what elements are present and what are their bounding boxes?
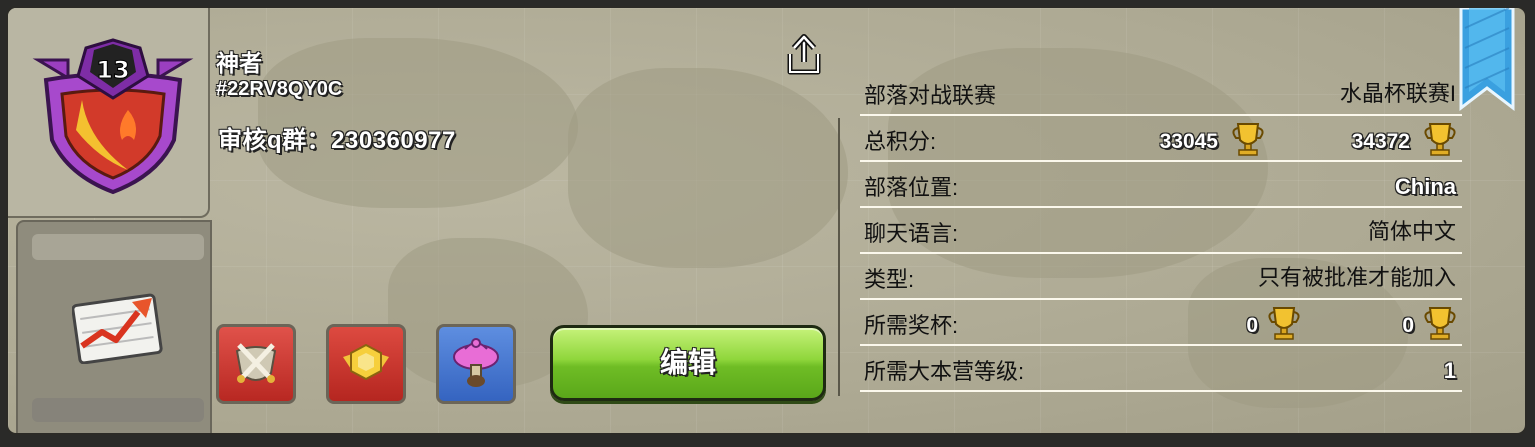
info-row-chat-language: 聊天语言: 简体中文 bbox=[860, 208, 1462, 254]
stats-side-tab[interactable] bbox=[16, 220, 212, 433]
capital-icon bbox=[453, 338, 499, 387]
clan-tag: #22RV8QY0C bbox=[216, 78, 343, 100]
clan-description: 审核q群：230360977 bbox=[218, 127, 456, 154]
clan-badge-icon: 13 bbox=[32, 38, 194, 195]
side-tab-bar bbox=[32, 234, 204, 260]
trophy-icon bbox=[1232, 123, 1264, 156]
clan-info-panel: 13 神者 #22RV8QY0C 审核q群：230360977 编辑 部落对战联… bbox=[6, 6, 1527, 435]
clan-capital-perk[interactable] bbox=[436, 324, 516, 404]
info-row-total-points: 总积分: 33045 34372 bbox=[860, 116, 1462, 162]
clan-name: 神者 bbox=[216, 50, 262, 76]
clan-badge-box: 13 bbox=[8, 8, 210, 218]
required-trophies-value-1: 0 bbox=[1246, 314, 1258, 337]
builder-trophy-icon bbox=[1424, 307, 1456, 340]
type-value: 只有被批准才能加入 bbox=[1257, 265, 1456, 290]
clan-level: 13 bbox=[96, 56, 129, 84]
required-townhall-label: 所需大本营等级: bbox=[864, 359, 1025, 384]
vertical-divider bbox=[838, 118, 840, 396]
location-label: 部落位置: bbox=[864, 175, 959, 200]
info-row-location: 部落位置: China bbox=[860, 162, 1462, 208]
total-points-label: 总积分: bbox=[864, 129, 937, 154]
type-label: 类型: bbox=[864, 267, 915, 292]
total-points-value-1: 33045 bbox=[1159, 130, 1218, 153]
required-townhall-value: 1 bbox=[1443, 358, 1456, 383]
total-points-value-2: 34372 bbox=[1351, 130, 1410, 153]
location-value: China bbox=[1394, 174, 1456, 199]
ribbon-icon[interactable] bbox=[1459, 8, 1515, 112]
info-row-required-trophies: 所需奖杯: 0 0 bbox=[860, 300, 1462, 346]
war-league-label: 部落对战联赛 bbox=[864, 83, 997, 108]
info-row-type: 类型: 只有被批准才能加入 bbox=[860, 254, 1462, 300]
trophy-icon bbox=[1268, 307, 1300, 340]
chat-language-value: 简体中文 bbox=[1367, 219, 1456, 244]
crossed-swords-icon bbox=[235, 343, 277, 383]
chat-language-label: 聊天语言: bbox=[864, 221, 959, 246]
chart-icon[interactable] bbox=[72, 284, 168, 364]
war-league-value: 水晶杯联赛I bbox=[1339, 81, 1456, 106]
info-row-required-townhall: 所需大本营等级: 1 bbox=[860, 346, 1462, 392]
required-trophies-value-2: 0 bbox=[1402, 314, 1414, 337]
clan-games-icon bbox=[343, 343, 389, 381]
required-trophies-label: 所需奖杯: bbox=[864, 313, 959, 338]
clan-war-perk[interactable] bbox=[216, 324, 296, 404]
clan-games-perk[interactable] bbox=[326, 324, 406, 404]
side-tab-bottom bbox=[32, 398, 204, 422]
share-icon[interactable] bbox=[784, 34, 824, 78]
edit-button-label: 编辑 bbox=[659, 347, 716, 378]
info-row-war-league: 部落对战联赛 水晶杯联赛I bbox=[860, 70, 1462, 116]
builder-trophy-icon bbox=[1424, 123, 1456, 156]
edit-button[interactable]: 编辑 bbox=[550, 325, 826, 401]
